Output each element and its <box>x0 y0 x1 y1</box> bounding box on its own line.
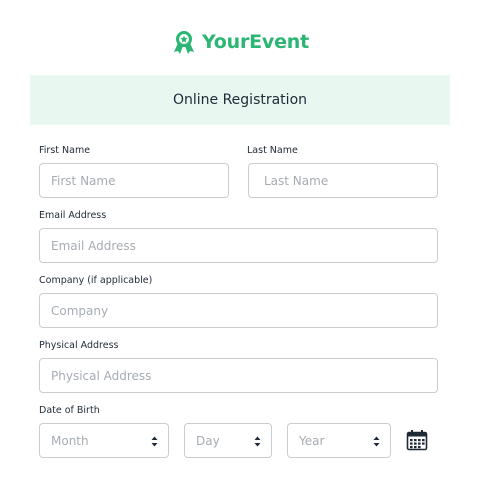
select-arrows-icon <box>151 436 158 447</box>
award-ribbon-icon <box>173 31 194 54</box>
day-select[interactable]: Day <box>184 423 272 458</box>
brand-name: YourEvent <box>201 31 310 53</box>
form-banner: Online Registration <box>30 75 450 125</box>
month-select-value: Month <box>51 433 89 448</box>
email-label: Email Address <box>39 210 107 221</box>
last-name-input[interactable] <box>248 163 438 198</box>
year-select-value: Year <box>299 433 325 448</box>
month-select[interactable]: Month <box>39 423 169 458</box>
first-name-input[interactable] <box>39 163 229 198</box>
company-label: Company (if applicable) <box>39 275 153 286</box>
address-label: Physical Address <box>39 340 119 351</box>
brand-header: YourEvent <box>0 28 480 56</box>
last-name-label: Last Name <box>247 145 298 156</box>
select-arrows-icon <box>254 436 261 447</box>
company-input[interactable] <box>39 293 438 328</box>
form-title: Online Registration <box>172 92 308 108</box>
year-select[interactable]: Year <box>287 423 391 458</box>
select-arrows-icon <box>373 436 380 447</box>
address-input[interactable] <box>39 358 438 393</box>
email-input[interactable] <box>39 228 438 263</box>
dob-label: Date of Birth <box>39 405 100 416</box>
first-name-label: First Name <box>39 145 91 156</box>
day-select-value: Day <box>196 433 220 448</box>
calendar-icon[interactable] <box>406 429 428 451</box>
